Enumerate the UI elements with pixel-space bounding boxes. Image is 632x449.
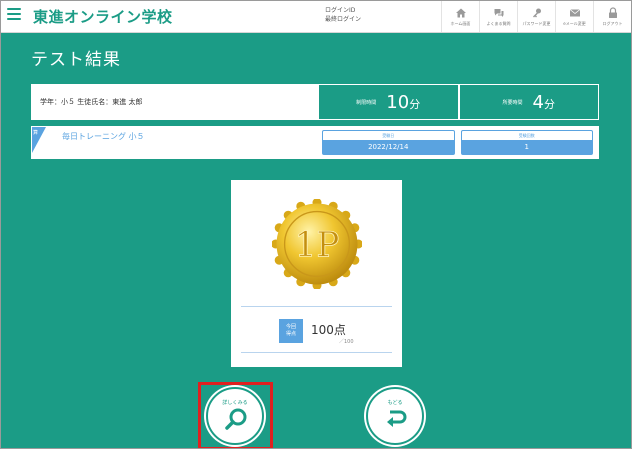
header-icon-nav: ホーム画面 よくある質問 パスワード変更 eメール変更 ログアウト (441, 1, 631, 32)
app-frame: 東進オンライン学校 ログインID 最終ログイン ホーム画面 よくある質問 パスワ… (0, 0, 632, 449)
used-time-label: 所要時間 (502, 99, 523, 106)
password-change-button[interactable]: パスワード変更 (517, 1, 555, 32)
limit-time-cell: 制限時間 10分 (317, 85, 458, 119)
password-change-label: パスワード変更 (522, 20, 551, 26)
student-info-row: 学年：小５ 生徒氏名：東進 太郎 制限時間 10分 所要時間 4分 (31, 84, 599, 120)
score-max: ／100 (339, 339, 354, 345)
hamburger-menu-icon[interactable] (7, 8, 21, 22)
exam-count-label: 受験回数 (518, 133, 535, 138)
exam-count-box: 受験回数 1 (460, 130, 593, 155)
page-title: テスト結果 (31, 50, 121, 70)
used-time-cell: 所要時間 4分 (457, 85, 599, 119)
home-button[interactable]: ホーム画面 (441, 1, 479, 32)
home-icon (455, 8, 466, 17)
used-time-value: 4分 (532, 91, 555, 113)
highlight-frame (198, 382, 273, 448)
student-info: 学年：小５ 生徒氏名：東進 太郎 (32, 85, 317, 119)
faq-icon (494, 8, 503, 17)
card-divider-top (241, 306, 392, 307)
logout-label: ログアウト (602, 20, 623, 26)
back-label: もどる (387, 400, 403, 406)
email-change-button[interactable]: eメール変更 (555, 1, 593, 32)
last-login-label: 最終ログイン (325, 16, 362, 23)
test-name-cell: 算 毎日トレーニング 小５ (32, 127, 317, 158)
login-id-label: ログインID (325, 7, 356, 14)
logout-button[interactable]: ログアウト (593, 1, 631, 32)
limit-time-value: 10分 (386, 91, 421, 113)
score-value: 100点 (311, 323, 346, 337)
exam-date-value: 2022/12/14 (323, 140, 454, 154)
email-change-label: eメール変更 (563, 20, 586, 26)
return-arrow-icon (387, 410, 407, 427)
mail-icon (569, 8, 580, 16)
faq-label: よくある質問 (486, 20, 511, 26)
card-divider-bottom (241, 352, 392, 353)
result-card: 1P 今回 得点 100点 ／100 (231, 180, 402, 367)
gold-medal-icon: 1P (272, 199, 362, 289)
exam-date-box: 受験日 2022/12/14 (322, 130, 455, 155)
header-bar: 東進オンライン学校 ログインID 最終ログイン ホーム画面 よくある質問 パスワ… (1, 1, 631, 33)
back-button[interactable]: もどる (366, 387, 424, 445)
lock-icon (608, 6, 617, 18)
key-icon (532, 8, 541, 17)
site-logo[interactable]: 東進オンライン学校 (33, 6, 173, 27)
test-info-row: 算 毎日トレーニング 小５ 受験日 2022/12/14 受験回数 1 (31, 126, 599, 159)
medal-text: 1P (295, 226, 340, 266)
test-name: 毎日トレーニング 小５ (62, 132, 145, 141)
exam-count-value: 1 (461, 140, 592, 154)
subject-badge-text: 算 (33, 130, 39, 136)
score-badge: 今回 得点 (279, 319, 303, 343)
test-meta: 受験日 2022/12/14 受験回数 1 (317, 127, 598, 158)
login-info: ログインID 最終ログイン (325, 6, 361, 24)
faq-button[interactable]: よくある質問 (479, 1, 517, 32)
home-label: ホーム画面 (450, 20, 471, 26)
limit-time-label: 制限時間 (356, 99, 377, 106)
exam-date-label: 受験日 (382, 133, 395, 138)
